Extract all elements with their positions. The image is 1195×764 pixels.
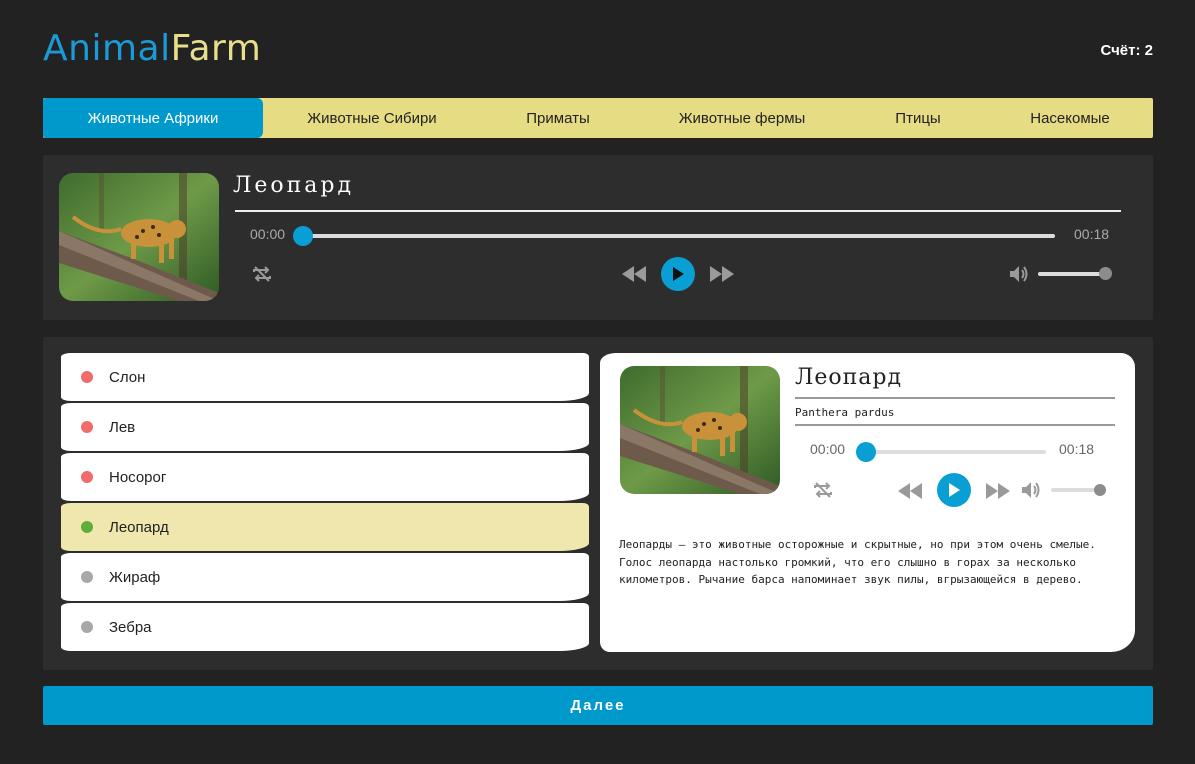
list-item-label: Лев — [109, 418, 136, 436]
list-item-label: Слон — [109, 368, 146, 386]
animal-detail-card: Леопард Panthera pardus 00:00 00:18 Леоп… — [600, 353, 1135, 652]
fast-forward-icon[interactable] — [709, 265, 735, 288]
volume-icon[interactable] — [1020, 480, 1042, 505]
next-button[interactable]: Далее — [43, 686, 1153, 725]
detail-progress-bar[interactable] — [868, 450, 1046, 454]
play-icon — [949, 483, 960, 497]
current-time: 00:00 — [250, 226, 286, 242]
volume-handle[interactable] — [1099, 267, 1112, 280]
rewind-icon[interactable] — [897, 482, 923, 505]
progress-handle[interactable] — [293, 226, 313, 246]
detail-title: Леопард — [795, 365, 903, 390]
detail-play-button[interactable] — [937, 473, 971, 507]
list-item-rhino[interactable]: Носорог — [61, 453, 589, 501]
volume-icon[interactable] — [1008, 264, 1030, 289]
latin-name: Panthera pardus — [795, 406, 895, 419]
logo-part-animal: Animal — [43, 28, 171, 69]
detail-current-time: 00:00 — [810, 441, 846, 457]
animal-description: Леопарды — это животные осторожные и скр… — [619, 538, 1096, 586]
detail-duration: 00:18 — [1059, 441, 1095, 457]
list-item-giraffe[interactable]: Жираф — [61, 553, 589, 601]
status-dot — [81, 621, 93, 633]
play-button[interactable] — [661, 257, 695, 291]
logo[interactable]: AnimalFarm — [43, 28, 261, 69]
audio-player: Леопард 00:00 00:18 — [43, 155, 1153, 320]
play-icon — [673, 267, 684, 281]
list-item-zebra[interactable]: Зебра — [61, 603, 589, 651]
list-item-leopard[interactable]: Леопард — [61, 503, 589, 551]
tab-siberia[interactable]: Животные Сибири — [263, 98, 481, 138]
leopard-photo — [620, 366, 780, 494]
detail-divider — [795, 424, 1115, 426]
status-dot — [81, 521, 93, 533]
status-dot — [81, 471, 93, 483]
status-dot — [81, 371, 93, 383]
content-panel: Слон Лев Носорог Леопард Жираф Зебра Лео… — [43, 337, 1153, 670]
leopard-photo — [59, 173, 219, 301]
header: AnimalFarm Счёт: 2 — [43, 28, 1153, 72]
volume-slider[interactable] — [1038, 272, 1102, 276]
title-divider — [235, 210, 1121, 212]
rewind-icon[interactable] — [621, 265, 647, 288]
category-tabs: Животные Африки Животные Сибири Приматы … — [43, 98, 1153, 138]
repeat-icon[interactable] — [251, 263, 273, 290]
tab-primates[interactable]: Приматы — [481, 98, 635, 138]
player-title: Леопард — [233, 173, 355, 198]
list-item-lion[interactable]: Лев — [61, 403, 589, 451]
logo-part-farm: Farm — [170, 28, 262, 69]
tab-insects[interactable]: Насекомые — [987, 98, 1153, 138]
progress-bar[interactable] — [303, 234, 1055, 238]
score-label: Счёт: 2 — [1100, 42, 1153, 59]
animal-list: Слон Лев Носорог Леопард Жираф Зебра — [61, 353, 589, 653]
tab-africa[interactable]: Животные Африки — [43, 98, 263, 138]
status-dot — [81, 571, 93, 583]
list-item-label: Леопард — [109, 518, 169, 536]
status-dot — [81, 421, 93, 433]
list-item-label: Жираф — [109, 568, 161, 586]
list-item-label: Зебра — [109, 618, 152, 636]
repeat-icon[interactable] — [812, 479, 834, 506]
fast-forward-icon[interactable] — [985, 482, 1011, 505]
list-item-label: Носорог — [109, 468, 167, 486]
detail-divider — [795, 397, 1115, 399]
detail-progress-handle[interactable] — [856, 442, 876, 462]
tab-farm[interactable]: Животные фермы — [635, 98, 849, 138]
tab-birds[interactable]: Птицы — [849, 98, 987, 138]
detail-volume-handle[interactable] — [1094, 484, 1106, 496]
list-item-elephant[interactable]: Слон — [61, 353, 589, 401]
duration: 00:18 — [1074, 226, 1110, 242]
